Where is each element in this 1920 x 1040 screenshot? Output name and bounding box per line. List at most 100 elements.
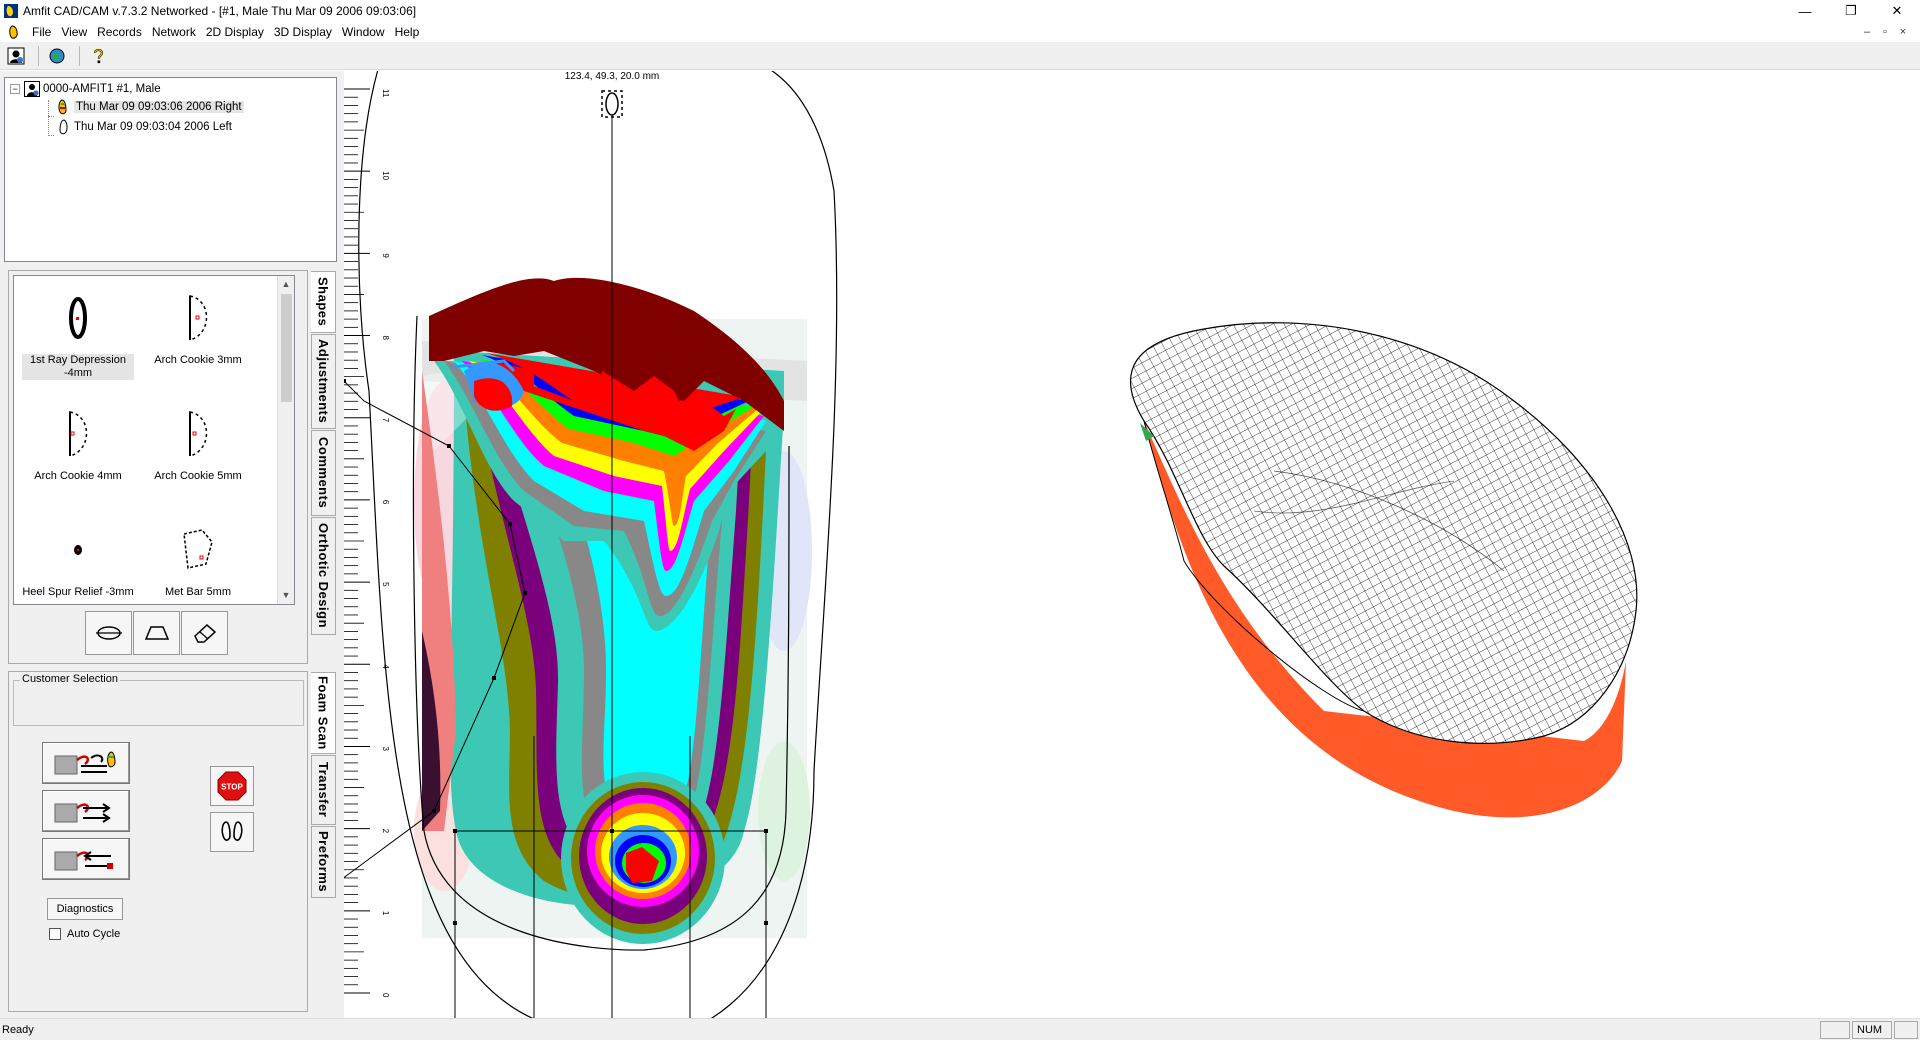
auto-cycle-checkbox[interactable]: Auto Cycle	[49, 928, 120, 940]
patient-button[interactable]	[4, 45, 28, 67]
minimize-button[interactable]: —	[1782, 0, 1828, 22]
mdi-close-button[interactable]: ×	[1894, 24, 1912, 40]
tree-root[interactable]: − 0000-AMFIT1 #1, Male	[10, 80, 161, 98]
collapse-icon[interactable]: −	[10, 84, 20, 94]
patient-tree[interactable]: − 0000-AMFIT1 #1, Male Thu Mar 09 09:03:…	[4, 77, 337, 262]
tree-item-label: Thu Mar 09 09:03:06 2006 Right	[74, 101, 244, 113]
toolbar-separator	[79, 45, 80, 66]
mdi-minimize-button[interactable]: –	[1858, 24, 1876, 40]
tab-comments[interactable]: Comments	[311, 430, 336, 516]
ruler-label: 11	[381, 89, 390, 98]
tab-foam-scan[interactable]: Foam Scan	[311, 672, 336, 754]
stop-button[interactable]: STOP	[210, 766, 254, 806]
ruler-label: 2	[381, 829, 390, 834]
ray-depression-icon	[69, 297, 87, 339]
app-icon	[4, 4, 18, 18]
ruler-label: 7	[381, 418, 390, 423]
document-icon[interactable]	[7, 24, 23, 40]
restore-button[interactable]: ❐	[1828, 0, 1874, 22]
menu-window[interactable]: Window	[339, 25, 392, 39]
shape-item[interactable]: 1st Ray Depression -4mm	[22, 282, 134, 394]
tab-shapes[interactable]: Shapes	[311, 271, 336, 333]
status-bar: Ready NUM	[0, 1018, 1920, 1040]
left-panel: − 0000-AMFIT1 #1, Male Thu Mar 09 09:03:…	[0, 71, 344, 1018]
menu-network[interactable]: Network	[149, 25, 203, 39]
ellipse-tool-button[interactable]	[85, 611, 132, 655]
shapes-list[interactable]: 1st Ray Depression -4mm Arch Cookie 3mm …	[13, 275, 295, 605]
menu-file[interactable]: File	[29, 25, 58, 39]
ellipse-tool-icon	[95, 626, 122, 640]
menu-help[interactable]: Help	[392, 25, 427, 39]
shape-label: Heel Spur Relief -3mm	[22, 586, 134, 598]
toolbar	[0, 42, 1920, 70]
display-area[interactable]: 11 10 9 8 7 6 5 4 3 2 1 0 123.4, 49.3, 2…	[340, 57, 1920, 1040]
checkbox-box[interactable]	[49, 928, 61, 940]
help-button[interactable]	[86, 45, 110, 67]
ruler-label: 3	[381, 746, 390, 751]
tab-transfer[interactable]: Transfer	[311, 755, 336, 825]
status-pane-blank	[1820, 1021, 1850, 1039]
shape-item[interactable]: Met Bar 5mm	[142, 514, 254, 604]
arch-cookie-icon	[189, 295, 208, 341]
both-feet-icon	[221, 821, 243, 841]
svg-text:STOP: STOP	[221, 783, 243, 792]
title-bar: Amfit CAD/CAM v.7.3.2 Networked - [#1, M…	[0, 0, 1920, 22]
scan-cycle-button[interactable]	[42, 742, 130, 784]
shape-label: Arch Cookie 4mm	[34, 470, 122, 482]
scroll-down-icon[interactable]: ▼	[278, 587, 294, 604]
arch-cookie-icon	[69, 411, 88, 457]
heel-spur-icon	[74, 545, 82, 555]
ruler-label: 1	[381, 911, 390, 916]
shape-label: Met Bar 5mm	[164, 586, 231, 598]
met-bar-icon	[183, 529, 213, 569]
right-foot-icon	[58, 99, 67, 115]
mdi-restore-button[interactable]: ▫	[1876, 24, 1894, 40]
pressure-map	[414, 277, 812, 944]
diagnostics-button[interactable]: Diagnostics	[47, 898, 123, 920]
shape-item[interactable]: Arch Cookie 3mm	[142, 282, 254, 394]
orthotic-3d-view[interactable]	[1129, 322, 1638, 818]
scan-return-button[interactable]	[42, 838, 130, 880]
tab-adjustments[interactable]: Adjustments	[311, 334, 336, 429]
scan-forward-button[interactable]	[42, 790, 130, 832]
ruler-label: 6	[381, 500, 390, 505]
arch-cookie-icon	[189, 411, 208, 457]
shape-label: Arch Cookie 5mm	[154, 470, 242, 482]
eraser-tool-button[interactable]	[181, 611, 228, 655]
foot-marker-icon[interactable]	[601, 90, 623, 118]
shape-label: 1st Ray Depression -4mm	[22, 354, 134, 380]
stop-sign-icon: STOP	[217, 771, 247, 801]
trapezoid-tool-button[interactable]	[133, 611, 180, 655]
menu-bar: File View Records Network 2D Display 3D …	[0, 22, 1920, 42]
shapes-scrollbar[interactable]: ▲ ▼	[277, 276, 294, 604]
coordinate-readout: 123.4, 49.3, 20.0 mm	[565, 71, 660, 82]
scroll-up-icon[interactable]: ▲	[278, 276, 294, 293]
menu-3d-display[interactable]: 3D Display	[271, 25, 339, 39]
menu-view[interactable]: View	[58, 25, 94, 39]
display-canvas[interactable]: 11109876543210 123.4, 49.3, 20.0 mm	[340, 57, 1920, 1040]
ruler-label: 10	[381, 171, 390, 180]
tree-connector	[48, 135, 54, 136]
status-text: Ready	[2, 1024, 34, 1036]
close-button[interactable]: ✕	[1874, 0, 1920, 22]
auto-cycle-label: Auto Cycle	[67, 928, 121, 940]
ruler-label: 9	[381, 253, 390, 258]
menu-2d-display[interactable]: 2D Display	[203, 25, 271, 39]
tab-preforms[interactable]: Preforms	[311, 826, 336, 898]
scan-cycle-icon	[54, 751, 116, 775]
tab-orthotic-design[interactable]: Orthotic Design	[311, 517, 336, 635]
scroll-thumb[interactable]	[281, 294, 292, 402]
shape-item[interactable]: Arch Cookie 5mm	[142, 398, 254, 510]
scan-forward-icon	[54, 803, 111, 823]
patient-icon	[7, 47, 25, 64]
menu-records[interactable]: Records	[94, 25, 149, 39]
customer-selection-group: Customer Selection	[13, 673, 304, 726]
shape-item[interactable]: Heel Spur Relief -3mm	[22, 514, 134, 604]
network-button[interactable]	[45, 45, 69, 67]
tree-item-right-scan[interactable]: Thu Mar 09 09:03:06 2006 Right	[55, 98, 244, 116]
both-feet-button[interactable]	[210, 812, 254, 852]
left-foot-icon	[59, 119, 68, 135]
tree-item-left-scan[interactable]: Thu Mar 09 09:03:04 2006 Left	[55, 118, 232, 136]
eraser-tool-icon	[193, 623, 216, 643]
shape-item[interactable]: Arch Cookie 4mm	[22, 398, 134, 510]
